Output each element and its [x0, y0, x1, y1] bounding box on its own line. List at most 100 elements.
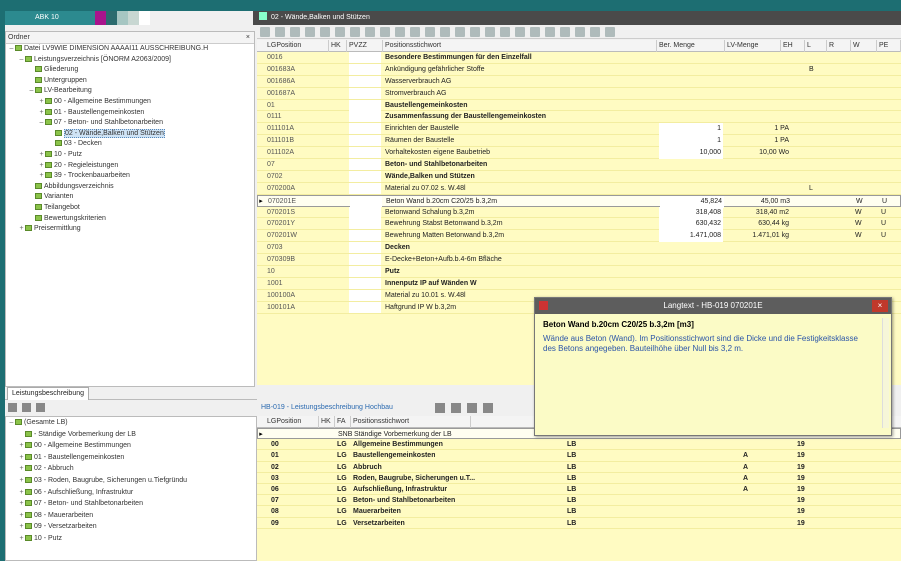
column-header[interactable]: HK: [329, 40, 347, 52]
description-cell[interactable]: Beton- und Stahlbetonarbeiten: [353, 495, 455, 506]
table-row[interactable]: 01 Baustellengemeinkosten: [257, 99, 901, 112]
table-row[interactable]: 06 LG Aufschließung, Infrastruktur LB A 19: [257, 484, 901, 496]
folder-open-icon[interactable]: [22, 403, 31, 412]
description-cell[interactable]: Wasserverbrauch AG: [385, 76, 655, 88]
expand-toggle-icon[interactable]: +: [18, 510, 25, 522]
position-cell[interactable]: 0702: [267, 171, 329, 183]
quantity-cell[interactable]: 1: [659, 135, 723, 148]
print-icon[interactable]: [425, 27, 435, 37]
table-row[interactable]: 0016 Besondere Bestimmungen für den Einze…: [257, 52, 901, 64]
column-header[interactable]: LGPosition: [265, 416, 319, 428]
lb-cell[interactable]: LB: [567, 495, 576, 506]
tree-item[interactable]: Teilangebot: [6, 203, 254, 214]
list-icon[interactable]: [515, 27, 525, 37]
position-cell[interactable]: 070201Y: [267, 218, 329, 230]
expand-toggle-icon[interactable]: +: [18, 463, 25, 475]
flag-cell[interactable]: B: [809, 64, 814, 76]
expand-toggle-icon[interactable]: –: [18, 55, 25, 66]
expand-toggle-icon[interactable]: +: [18, 521, 25, 533]
expand-toggle-icon[interactable]: –: [8, 417, 15, 429]
position-cell[interactable]: 011101A: [267, 123, 329, 135]
export-icon[interactable]: [530, 27, 540, 37]
table-row[interactable]: 0111 Zusammenfassung der Baustellengemein…: [257, 111, 901, 124]
close-icon[interactable]: ×: [246, 32, 250, 44]
expand-toggle-icon[interactable]: +: [38, 171, 45, 182]
number-cell[interactable]: 19: [797, 473, 805, 484]
type-cell[interactable]: LG: [337, 462, 347, 473]
position-cell[interactable]: 0111: [267, 111, 329, 123]
description-cell[interactable]: E-Decke+Beton+Aufb.b.4-6m Bfläche: [385, 254, 655, 266]
lv-quantity-cell[interactable]: 630,44 kg: [725, 218, 789, 230]
number-cell[interactable]: 19: [797, 462, 805, 473]
table-row[interactable]: 10 Putz: [257, 266, 901, 278]
tree-item[interactable]: +09 - Versetzarbeiten: [6, 521, 256, 533]
table-row[interactable]: 07 LG Beton- und Stahlbetonarbeiten LB 19: [257, 495, 901, 507]
expand-toggle-icon[interactable]: +: [18, 498, 25, 510]
tree-item[interactable]: 03 - Decken: [6, 139, 254, 150]
dot-icon[interactable]: [590, 27, 600, 37]
app-tab[interactable]: ABK 10: [5, 11, 95, 25]
tree-item[interactable]: – Leistungsverzeichnis [ÖNORM A2063/2009]: [6, 55, 254, 66]
flag-cell[interactable]: W: [855, 207, 862, 219]
table-row[interactable]: 001683A Ankündigung gefährlicher Stoffe B: [257, 63, 901, 76]
expand-toggle-icon[interactable]: +: [38, 97, 45, 108]
pvzz-cell[interactable]: [349, 289, 381, 301]
table-row[interactable]: 011102A Vorhaltekosten eigene Baubetrieb 1…: [257, 147, 901, 160]
pvzz-cell[interactable]: [349, 254, 381, 266]
quantity-cell[interactable]: 1: [659, 123, 723, 136]
table-row[interactable]: 070309B E-Decke+Beton+Aufb.b.4-6m Bfläche: [257, 254, 901, 267]
position-cell[interactable]: 07: [271, 495, 279, 506]
undo-icon[interactable]: [365, 27, 375, 37]
delete-icon[interactable]: [320, 27, 330, 37]
add-icon[interactable]: [305, 27, 315, 37]
grid-icon[interactable]: [395, 27, 405, 37]
pvzz-cell[interactable]: [349, 230, 381, 242]
flag-cell[interactable]: A: [743, 484, 748, 495]
cancel-icon[interactable]: [275, 27, 285, 37]
pvzz-cell[interactable]: [349, 301, 381, 313]
table-icon[interactable]: [410, 27, 420, 37]
pvzz-cell[interactable]: [349, 63, 381, 75]
table-row[interactable]: 070201Y Bewehrung Stabst Betonwand b.3,2m…: [257, 218, 901, 231]
search-icon[interactable]: [470, 27, 480, 37]
lb-cell[interactable]: LB: [567, 473, 576, 484]
pvzz-cell[interactable]: [349, 170, 381, 182]
number-cell[interactable]: 19: [797, 518, 805, 529]
expand-toggle-icon[interactable]: –: [38, 118, 45, 129]
pvzz-cell[interactable]: [349, 87, 381, 99]
column-header[interactable]: W: [851, 40, 877, 52]
pvzz-cell[interactable]: [349, 206, 381, 218]
table-row[interactable]: 070201S Betonwand Schalung b.3,2m 318,408 3…: [257, 206, 901, 219]
popup-scrollbar[interactable]: [882, 318, 889, 428]
description-cell[interactable]: Einrichten der Baustelle: [385, 123, 655, 135]
close-button[interactable]: ×: [872, 300, 888, 312]
description-cell[interactable]: Aufschließung, Infrastruktur: [353, 484, 447, 495]
flag-cell[interactable]: U: [881, 218, 886, 230]
pvzz-cell[interactable]: [349, 277, 381, 289]
tree-item[interactable]: +08 - Mauerarbeiten: [6, 510, 256, 522]
column-header[interactable]: LV-Menge: [725, 40, 781, 52]
table-row[interactable]: 00 LG Allgemeine Bestimmungen LB 19: [257, 439, 901, 451]
description-cell[interactable]: Allgemeine Bestimmungen: [353, 439, 443, 450]
position-cell[interactable]: 100100A: [267, 290, 329, 302]
tree-item[interactable]: Gliederung: [6, 65, 254, 76]
position-cell[interactable]: 01: [267, 100, 329, 112]
table-row[interactable]: 070201W Bewehrung Matten Betonwand b.3,2m…: [257, 230, 901, 243]
type-cell[interactable]: LG: [337, 439, 347, 450]
pvzz-cell[interactable]: [349, 123, 381, 135]
description-cell[interactable]: Zusammenfassung der Baustellengemeinkost…: [385, 111, 655, 123]
position-cell[interactable]: 070200A: [267, 183, 329, 195]
expand-toggle-icon[interactable]: –: [8, 44, 15, 55]
tree-item[interactable]: +10 - Putz: [6, 533, 256, 545]
description-cell[interactable]: Bewehrung Stabst Betonwand b.3,2m: [385, 218, 655, 230]
position-cell[interactable]: 001686A: [267, 76, 329, 88]
page-icon[interactable]: [455, 27, 465, 37]
table-row[interactable]: 001686A Wasserverbrauch AG: [257, 75, 901, 88]
expand-toggle-icon[interactable]: +: [18, 487, 25, 499]
tree-item[interactable]: Untergruppen: [6, 76, 254, 87]
description-cell[interactable]: Putz: [385, 266, 655, 278]
description-cell[interactable]: Bewehrung Matten Betonwand b.3,2m: [385, 230, 655, 242]
flag-cell[interactable]: U: [881, 230, 886, 242]
tree-item[interactable]: +39 - Trockenbauarbeiten: [6, 171, 254, 182]
table-row[interactable]: 1001 Innenputz IP auf Wänden W: [257, 277, 901, 290]
